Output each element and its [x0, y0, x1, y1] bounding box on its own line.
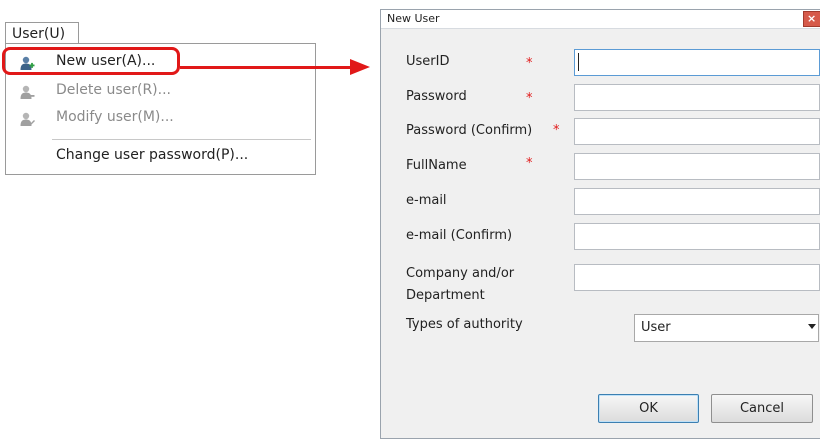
password-confirm-input[interactable] — [574, 118, 820, 145]
user-delete-icon — [19, 83, 35, 99]
email-confirm-input[interactable] — [574, 223, 820, 250]
highlight-box — [2, 47, 180, 75]
menu-item-modify-user: Modify user(M)... — [6, 104, 315, 131]
user-edit-icon — [19, 110, 35, 126]
fullname-input[interactable] — [574, 153, 820, 180]
fullname-label: FullName — [406, 158, 467, 173]
dialog-titlebar[interactable]: New User × — [381, 10, 820, 29]
company-department-input[interactable] — [574, 264, 820, 291]
menu-user[interactable]: User(U) — [5, 22, 79, 44]
email-confirm-label: e-mail (Confirm) — [406, 228, 513, 243]
callout-arrow-line — [180, 66, 352, 69]
authority-select[interactable]: User — [634, 314, 819, 342]
menu-item-label: Modify user(M)... — [56, 109, 174, 125]
close-button[interactable]: × — [803, 11, 820, 27]
required-mark: * — [526, 91, 533, 106]
dialog-title: New User — [387, 12, 440, 25]
password-input[interactable] — [574, 84, 820, 111]
password-label: Password — [406, 89, 467, 104]
userid-label: UserID — [406, 54, 450, 69]
userid-input[interactable] — [574, 49, 820, 76]
menu-item-change-password[interactable]: Change user password(P)... — [6, 142, 315, 169]
chevron-down-icon — [808, 324, 816, 329]
menu-item-label: Delete user(R)... — [56, 82, 171, 98]
menu-separator — [52, 139, 311, 140]
required-mark: * — [553, 123, 560, 138]
email-input[interactable] — [574, 188, 820, 215]
menu-item-delete-user: Delete user(R)... — [6, 77, 315, 104]
callout-arrow-head-icon — [350, 59, 370, 75]
authority-label: Types of authority — [406, 317, 523, 332]
text-caret — [578, 53, 579, 71]
authority-select-value: User — [641, 320, 671, 335]
ok-button[interactable]: OK — [598, 394, 699, 423]
close-icon: × — [807, 12, 817, 25]
cancel-button[interactable]: Cancel — [711, 394, 813, 423]
menu-item-label: Change user password(P)... — [56, 147, 249, 163]
company-department-label: Company and/or Department — [406, 266, 515, 303]
password-confirm-label: Password (Confirm) — [406, 123, 533, 138]
required-mark: * — [526, 156, 533, 171]
email-label: e-mail — [406, 193, 447, 208]
menu-user-label: User(U) — [12, 26, 66, 42]
new-user-dialog: New User × UserID * Password * Password … — [380, 9, 820, 439]
required-mark: * — [526, 56, 533, 71]
